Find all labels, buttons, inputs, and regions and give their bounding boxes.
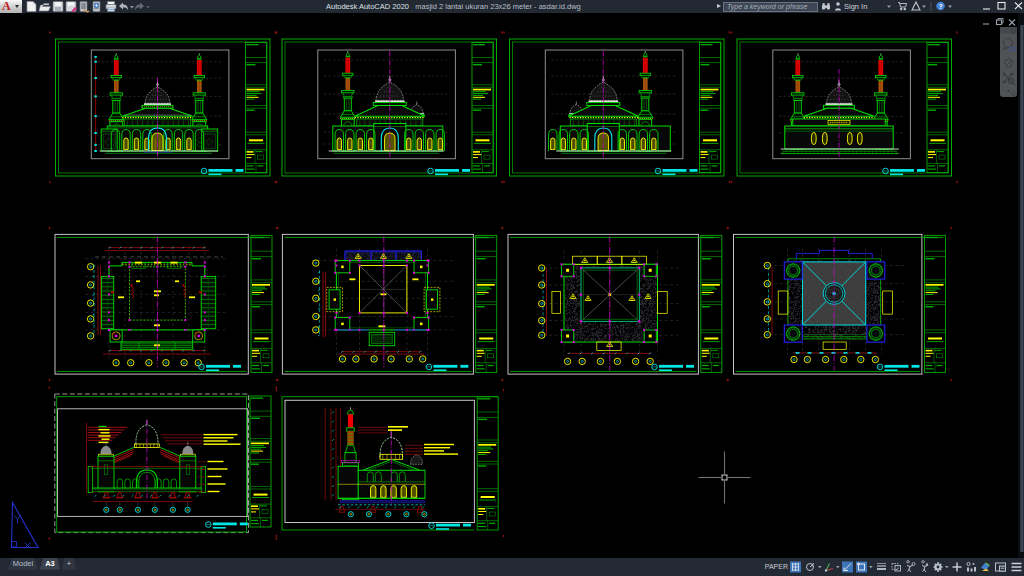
svg-text:Sign In: Sign In xyxy=(844,2,867,11)
svg-text:?: ? xyxy=(939,3,943,10)
svg-text:2D: 2D xyxy=(1009,46,1017,52)
